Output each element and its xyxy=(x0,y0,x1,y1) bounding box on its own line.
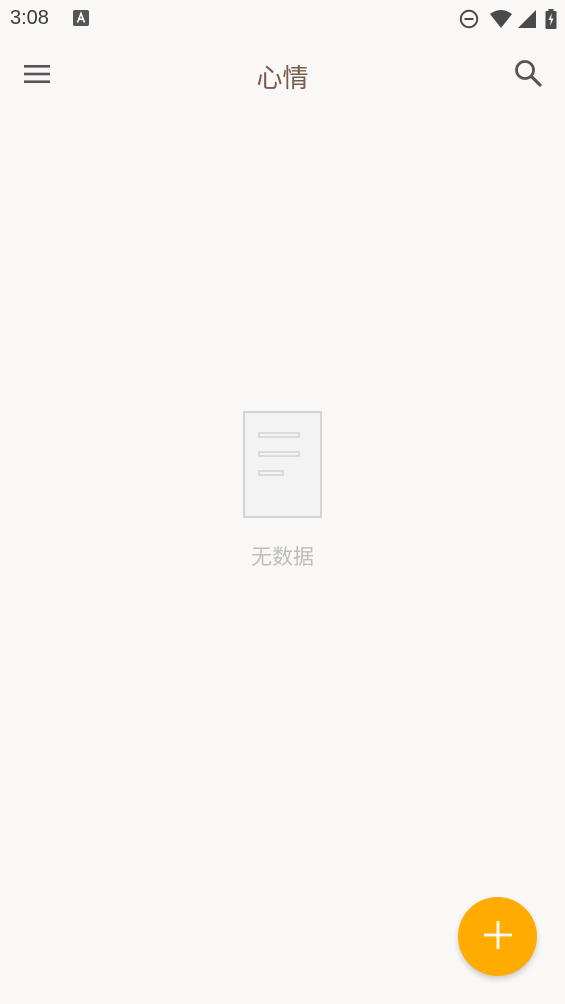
do-not-disturb-icon xyxy=(459,9,479,29)
empty-state-text: 无数据 xyxy=(251,545,314,569)
battery-charging-icon xyxy=(545,9,557,29)
app-bar: 心情 xyxy=(0,38,565,114)
text-a-icon xyxy=(73,10,89,26)
search-icon xyxy=(513,58,543,92)
status-time: 3:08 xyxy=(10,7,49,29)
screen: 3:08 心情 无数据 xyxy=(0,0,565,1004)
status-bar: 3:08 xyxy=(0,0,565,38)
plus-icon xyxy=(482,919,514,955)
page-title: 心情 xyxy=(256,64,309,94)
empty-state: 无数据 xyxy=(0,411,565,571)
status-icons xyxy=(459,8,557,30)
add-entry-button[interactable] xyxy=(458,897,537,976)
wifi-icon xyxy=(489,9,513,29)
search-button[interactable] xyxy=(511,58,545,92)
cell-signal-icon xyxy=(517,9,537,29)
empty-document-icon xyxy=(0,411,565,519)
